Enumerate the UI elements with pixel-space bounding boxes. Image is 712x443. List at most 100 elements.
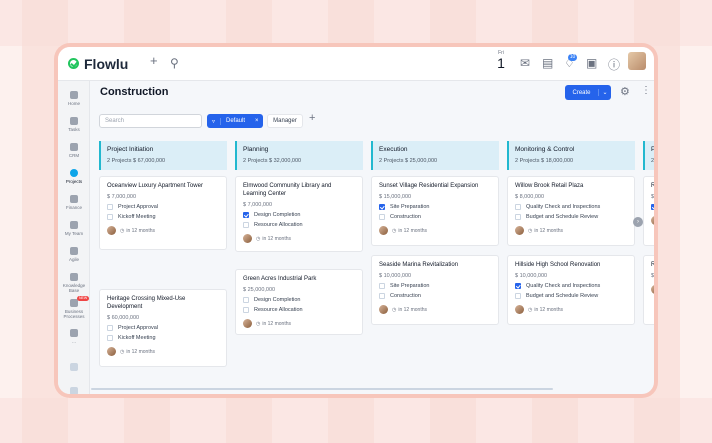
checklist-item[interactable]: Kickoff Meeting (107, 214, 219, 220)
app-logo[interactable]: Flowlu (68, 56, 128, 72)
column-header[interactable]: Execution 2 Projects $ 25,000,000 (371, 141, 499, 170)
sidebar-item-0[interactable]: Home (58, 91, 90, 106)
task-label: Site Preparation (390, 283, 430, 289)
project-card[interactable]: Sunset Village Residential Expansion $ 15… (371, 176, 499, 246)
assignee-avatar[interactable] (651, 285, 654, 294)
checklist-item[interactable] (651, 204, 654, 210)
date-widget[interactable]: Fri 1 (494, 50, 508, 70)
checkbox[interactable] (515, 283, 521, 289)
checkbox[interactable] (379, 204, 385, 210)
project-card[interactable]: Hillside High School Renovation $ 10,000,… (507, 255, 635, 325)
column-header[interactable]: Monitoring & Control 2 Projects $ 18,000,… (507, 141, 635, 170)
gear-icon[interactable]: ⚙ (620, 85, 630, 98)
checkbox[interactable] (107, 335, 113, 341)
card-footer: ◷ in 12 months (379, 226, 491, 235)
checklist-item[interactable]: Kickoff Meeting (107, 335, 219, 341)
column-header[interactable]: Pr 2 (643, 141, 654, 170)
checklist-item[interactable]: Budget and Schedule Review (515, 214, 627, 220)
checklist-item[interactable]: Design Completion (243, 212, 355, 218)
checkbox[interactable] (379, 293, 385, 299)
checklist-item[interactable]: Site Preparation (379, 204, 491, 210)
checkbox[interactable] (243, 307, 249, 313)
sidebar-extra-icon[interactable] (58, 387, 90, 394)
checklist-item[interactable]: Project Approval (107, 204, 219, 210)
chevron-down-icon[interactable]: ⌄ (598, 89, 611, 96)
search-icon[interactable]: ⚲ (170, 56, 179, 70)
date-day: 1 (497, 55, 505, 71)
checkbox[interactable] (107, 325, 113, 331)
assignee-avatar[interactable] (243, 234, 252, 243)
checkbox[interactable] (243, 222, 249, 228)
assignee-avatar[interactable] (379, 226, 388, 235)
user-avatar[interactable] (628, 52, 646, 70)
horizontal-scrollbar[interactable] (91, 388, 553, 390)
tasks-list-icon[interactable]: ▤ (542, 56, 553, 70)
checklist-item[interactable]: Design Completion (243, 297, 355, 303)
sidebar-item-1[interactable]: Tasks (58, 117, 90, 132)
checklist-item[interactable]: Site Preparation (379, 283, 491, 289)
sidebar-item-7[interactable]: Knowledge Base (58, 273, 90, 293)
column-header[interactable]: Project Initiation 2 Projects $ 67,000,00… (99, 141, 227, 170)
mail-icon[interactable]: ✉ (520, 56, 530, 70)
filter-default[interactable]: ▿ Default × (207, 114, 263, 128)
project-card[interactable]: Heritage Crossing Mixed-Use Development $… (99, 289, 227, 367)
sidebar-extra-icon[interactable] (58, 363, 90, 373)
manager-filter-button[interactable]: Manager (267, 114, 303, 128)
project-card[interactable]: Seaside Marina Revitalization $ 10,000,00… (371, 255, 499, 325)
sidebar-item-6[interactable]: Agile (58, 247, 90, 262)
project-card[interactable]: Ri $ ◷ (643, 255, 654, 325)
sidebar-item-2[interactable]: CRM (58, 143, 90, 158)
chevron-right-icon[interactable]: › (633, 217, 643, 227)
checkbox[interactable] (379, 214, 385, 220)
checkbox[interactable] (515, 293, 521, 299)
checkbox[interactable] (243, 297, 249, 303)
project-card[interactable]: Oceanview Luxury Apartment Tower $ 7,000,… (99, 176, 227, 250)
filter-clear-icon[interactable]: × (255, 118, 263, 124)
project-amount: $ 8,000,000 (515, 194, 545, 200)
due-date: in 12 months (398, 227, 428, 234)
sidebar-item-4[interactable]: Finance (58, 195, 90, 210)
more-options-icon[interactable]: ⋮ (641, 85, 651, 96)
checkbox[interactable] (651, 204, 654, 210)
checklist-item[interactable]: Quality Check and Inspections (515, 283, 627, 289)
checkbox[interactable] (243, 212, 249, 218)
assignee-avatar[interactable] (651, 216, 654, 225)
help-icon[interactable]: ⓘ (608, 56, 620, 73)
column-header[interactable]: Planning 2 Projects $ 32,000,000 (235, 141, 363, 170)
project-amount: $ (651, 194, 654, 200)
assignee-avatar[interactable] (515, 305, 524, 314)
tasks-icon (70, 117, 78, 125)
project-card[interactable]: Green Acres Industrial Park $ 25,000,000 D… (235, 269, 363, 335)
assignee-avatar[interactable] (515, 226, 524, 235)
checklist-item[interactable]: Budget and Schedule Review (515, 293, 627, 299)
project-card[interactable]: Ri $ ◷ (643, 176, 654, 246)
checkbox[interactable] (515, 204, 521, 210)
checklist-item[interactable]: Quality Check and Inspections (515, 204, 627, 210)
checklist-item[interactable]: Construction (379, 214, 491, 220)
assignee-avatar[interactable] (243, 319, 252, 328)
checklist-item[interactable]: Resource Allocation (243, 222, 355, 228)
checklist-item[interactable]: Project Approval (107, 325, 219, 331)
new-badge: NEW (77, 296, 90, 301)
sidebar-item-label: CRM (68, 153, 80, 158)
checkbox[interactable] (379, 283, 385, 289)
create-button[interactable]: Create ⌄ (565, 85, 611, 100)
search-input[interactable]: Search (99, 114, 202, 128)
project-card[interactable]: Elmwood Community Library and Learning C… (235, 176, 363, 252)
assignee-avatar[interactable] (379, 305, 388, 314)
assignee-avatar[interactable] (107, 347, 116, 356)
checklist-item[interactable]: Resource Allocation (243, 307, 355, 313)
checkbox[interactable] (107, 214, 113, 220)
checkbox[interactable] (107, 204, 113, 210)
add-filter-icon[interactable]: + (309, 112, 315, 124)
sidebar-item-8[interactable]: Business Processes NEW (58, 296, 90, 319)
sidebar-item-9[interactable]: … (58, 329, 90, 344)
assignee-avatar[interactable] (107, 226, 116, 235)
checklist-item[interactable]: Construction (379, 293, 491, 299)
sidebar-item-5[interactable]: My Team (58, 221, 90, 236)
chat-icon[interactable]: ▣ (586, 56, 597, 70)
checkbox[interactable] (515, 214, 521, 220)
project-card[interactable]: Willow Brook Retail Plaza $ 8,000,000 Qual… (507, 176, 635, 246)
add-icon[interactable]: + (150, 53, 158, 68)
sidebar-item-3[interactable]: Projects (58, 169, 90, 184)
